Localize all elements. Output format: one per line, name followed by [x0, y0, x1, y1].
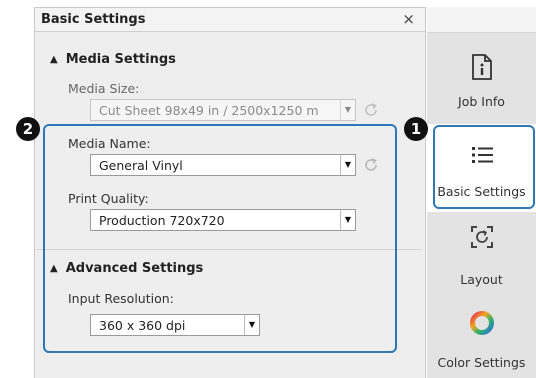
- callout-badge-2: 2: [16, 117, 40, 141]
- nav-label-color-settings: Color Settings: [437, 355, 526, 370]
- color-wheel-icon: [470, 311, 494, 335]
- callout-box-2: [43, 124, 397, 353]
- media-size-value: Cut Sheet 98x49 in / 2500x1250 m: [99, 103, 319, 118]
- media-size-label: Media Size:: [68, 81, 140, 96]
- collapse-caret-icon: ▲: [50, 54, 58, 65]
- panel-title: Basic Settings: [41, 12, 146, 27]
- nav-label-layout: Layout: [460, 272, 503, 287]
- panel-header: Basic Settings ×: [35, 8, 425, 32]
- refresh-icon: [365, 103, 377, 116]
- callout-box-1: [433, 125, 535, 209]
- media-settings-header[interactable]: ▲ Media Settings: [50, 52, 176, 67]
- document-info-icon: [472, 54, 492, 80]
- callout-badge-1: 1: [404, 117, 428, 141]
- media-size-select: Cut Sheet 98x49 in / 2500x1250 m ▼: [90, 99, 356, 121]
- nav-item-layout[interactable]: Layout: [427, 214, 536, 296]
- media-settings-title: Media Settings: [65, 52, 176, 67]
- nav-item-job-info[interactable]: Job Info: [427, 34, 536, 122]
- nav-label-job-info: Job Info: [458, 94, 505, 109]
- nav-item-color-settings[interactable]: Color Settings: [427, 298, 536, 378]
- dropdown-arrow-icon: ▼: [340, 100, 355, 120]
- nav-top-band: [427, 7, 536, 33]
- layout-refresh-icon: [471, 226, 493, 248]
- close-button[interactable]: ×: [402, 10, 415, 28]
